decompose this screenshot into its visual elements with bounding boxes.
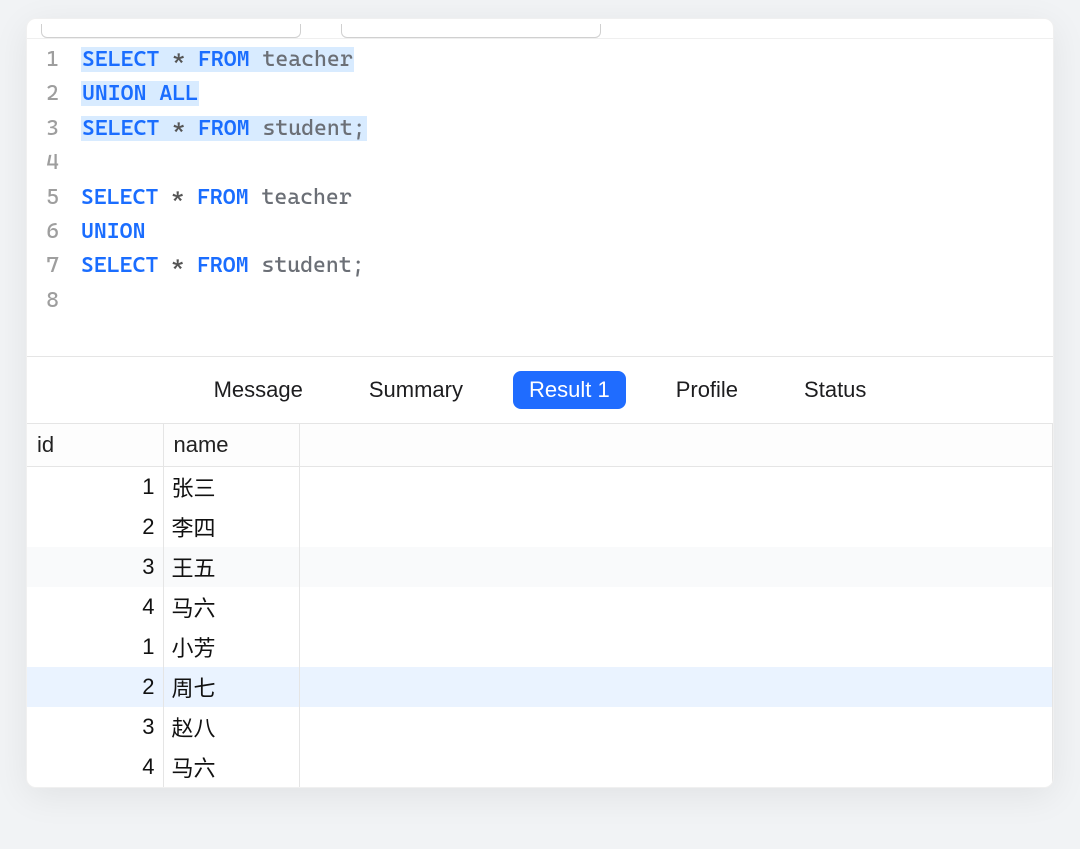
table-row[interactable]: 3赵八	[27, 707, 1053, 747]
editor-toolbar	[27, 19, 1053, 39]
code-line[interactable]: SELECT * FROM teacher	[81, 43, 1053, 77]
sql-panel: 12345678 SELECT * FROM teacherUNION ALLS…	[26, 18, 1054, 788]
line-number: 5	[27, 181, 59, 215]
sql-editor[interactable]: 12345678 SELECT * FROM teacherUNION ALLS…	[27, 39, 1053, 357]
line-number: 7	[27, 249, 59, 283]
code-line[interactable]: SELECT * FROM student;	[81, 249, 1053, 283]
col-header-spacer	[299, 424, 1053, 467]
code-line[interactable]: SELECT * FROM student;	[81, 112, 1053, 146]
line-number: 6	[27, 215, 59, 249]
cell-name: 小芳	[163, 627, 299, 667]
cell-id: 1	[27, 627, 163, 667]
table-row[interactable]: 1张三	[27, 467, 1053, 508]
tab-result1[interactable]: Result 1	[513, 371, 626, 409]
cell-id: 2	[27, 667, 163, 707]
cell-id: 3	[27, 707, 163, 747]
tab-profile[interactable]: Profile	[660, 371, 754, 409]
cell-name: 马六	[163, 587, 299, 627]
cell-id: 3	[27, 547, 163, 587]
result-table[interactable]: id name 1张三2李四3王五4马六1小芳2周七3赵八4马六	[27, 424, 1053, 787]
cell-spacer	[299, 627, 1053, 667]
cell-id: 4	[27, 587, 163, 627]
cell-id: 4	[27, 747, 163, 787]
cell-name: 周七	[163, 667, 299, 707]
cell-spacer	[299, 547, 1053, 587]
cell-spacer	[299, 667, 1053, 707]
tab-message[interactable]: Message	[198, 371, 319, 409]
toolbar-dropdown-left[interactable]	[41, 24, 301, 38]
code-line[interactable]: UNION ALL	[81, 77, 1053, 111]
code-line[interactable]	[81, 284, 1053, 318]
line-number: 1	[27, 43, 59, 77]
cell-name: 赵八	[163, 707, 299, 747]
line-number: 3	[27, 112, 59, 146]
cell-name: 张三	[163, 467, 299, 508]
line-number-gutter: 12345678	[27, 43, 81, 318]
tab-summary[interactable]: Summary	[353, 371, 479, 409]
code-line[interactable]: SELECT * FROM teacher	[81, 181, 1053, 215]
table-row[interactable]: 1小芳	[27, 627, 1053, 667]
cell-spacer	[299, 467, 1053, 508]
cell-spacer	[299, 507, 1053, 547]
col-header-id[interactable]: id	[27, 424, 163, 467]
code-line[interactable]	[81, 146, 1053, 180]
cell-spacer	[299, 707, 1053, 747]
cell-id: 1	[27, 467, 163, 508]
tab-status[interactable]: Status	[788, 371, 882, 409]
toolbar-dropdown-mid[interactable]	[341, 24, 601, 38]
table-row[interactable]: 2周七	[27, 667, 1053, 707]
result-tabs: Message Summary Result 1 Profile Status	[27, 357, 1053, 424]
cell-id: 2	[27, 507, 163, 547]
cell-name: 王五	[163, 547, 299, 587]
line-number: 8	[27, 284, 59, 318]
table-row[interactable]: 3王五	[27, 547, 1053, 587]
cell-spacer	[299, 747, 1053, 787]
code-line[interactable]: UNION	[81, 215, 1053, 249]
cell-name: 李四	[163, 507, 299, 547]
cell-spacer	[299, 587, 1053, 627]
line-number: 4	[27, 146, 59, 180]
table-row[interactable]: 4马六	[27, 747, 1053, 787]
cell-name: 马六	[163, 747, 299, 787]
table-row[interactable]: 2李四	[27, 507, 1053, 547]
line-number: 2	[27, 77, 59, 111]
code-lines[interactable]: SELECT * FROM teacherUNION ALLSELECT * F…	[81, 43, 1053, 318]
table-row[interactable]: 4马六	[27, 587, 1053, 627]
col-header-name[interactable]: name	[163, 424, 299, 467]
